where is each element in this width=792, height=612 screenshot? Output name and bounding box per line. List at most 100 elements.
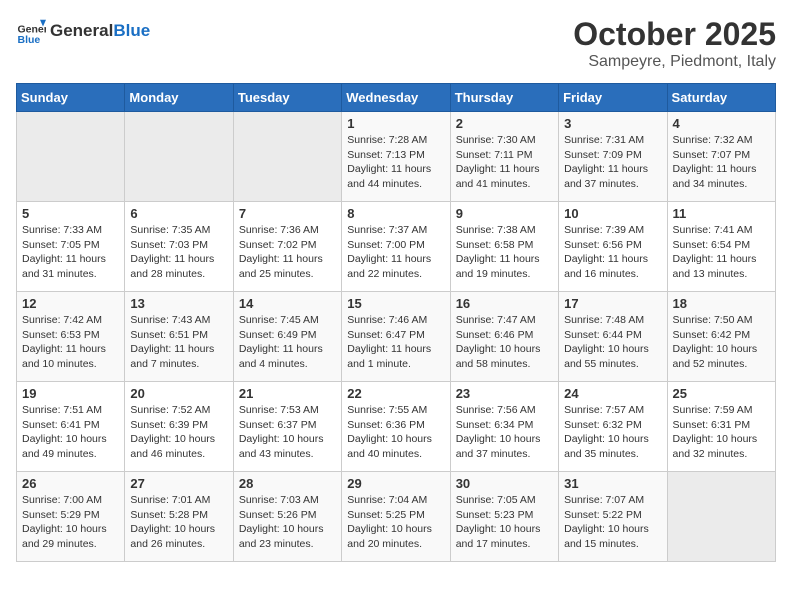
day-info: Sunrise: 7:41 AMSunset: 6:54 PMDaylight:… bbox=[673, 223, 770, 282]
weekday-header-tuesday: Tuesday bbox=[233, 84, 341, 112]
calendar-cell: 2 Sunrise: 7:30 AMSunset: 7:11 PMDaylight… bbox=[450, 112, 558, 202]
day-number: 30 bbox=[456, 476, 553, 491]
day-info: Sunrise: 7:38 AMSunset: 6:58 PMDaylight:… bbox=[456, 223, 553, 282]
day-info: Sunrise: 7:32 AMSunset: 7:07 PMDaylight:… bbox=[673, 133, 770, 192]
calendar-cell bbox=[233, 112, 341, 202]
calendar-cell: 17 Sunrise: 7:48 AMSunset: 6:44 PMDayligh… bbox=[559, 292, 667, 382]
day-number: 8 bbox=[347, 206, 444, 221]
page-header: General Blue GeneralBlue October 2025 Sa… bbox=[16, 16, 776, 71]
calendar-cell bbox=[667, 472, 775, 562]
weekday-header-friday: Friday bbox=[559, 84, 667, 112]
calendar-cell: 7Sunrise: 7:36 AMSunset: 7:02 PMDaylight… bbox=[233, 202, 341, 292]
day-number: 23 bbox=[456, 386, 553, 401]
day-info: Sunrise: 7:31 AMSunset: 7:09 PMDaylight:… bbox=[564, 133, 661, 192]
weekday-header-sunday: Sunday bbox=[17, 84, 125, 112]
day-number: 19 bbox=[22, 386, 119, 401]
day-number: 12 bbox=[22, 296, 119, 311]
day-info: Sunrise: 7:00 AMSunset: 5:29 PMDaylight:… bbox=[22, 493, 119, 552]
day-number: 4 bbox=[673, 116, 770, 131]
calendar-cell: 4 Sunrise: 7:32 AMSunset: 7:07 PMDaylight… bbox=[667, 112, 775, 202]
calendar-cell: 27 Sunrise: 7:01 AMSunset: 5:28 PMDayligh… bbox=[125, 472, 233, 562]
day-info: Sunrise: 7:37 AMSunset: 7:00 PMDaylight:… bbox=[347, 223, 444, 282]
logo-blue-text: Blue bbox=[113, 21, 150, 40]
calendar-cell: 5Sunrise: 7:33 AMSunset: 7:05 PMDaylight… bbox=[17, 202, 125, 292]
day-number: 6 bbox=[130, 206, 227, 221]
day-number: 7 bbox=[239, 206, 336, 221]
day-info: Sunrise: 7:57 AMSunset: 6:32 PMDaylight:… bbox=[564, 403, 661, 462]
day-info: Sunrise: 7:56 AMSunset: 6:34 PMDaylight:… bbox=[456, 403, 553, 462]
day-number: 28 bbox=[239, 476, 336, 491]
day-number: 29 bbox=[347, 476, 444, 491]
title-section: October 2025 Sampeyre, Piedmont, Italy bbox=[573, 16, 776, 71]
location-title: Sampeyre, Piedmont, Italy bbox=[573, 53, 776, 71]
day-number: 17 bbox=[564, 296, 661, 311]
day-info: Sunrise: 7:35 AMSunset: 7:03 PMDaylight:… bbox=[130, 223, 227, 282]
calendar-cell: 18 Sunrise: 7:50 AMSunset: 6:42 PMDayligh… bbox=[667, 292, 775, 382]
calendar-cell: 12 Sunrise: 7:42 AMSunset: 6:53 PMDayligh… bbox=[17, 292, 125, 382]
calendar-cell: 26 Sunrise: 7:00 AMSunset: 5:29 PMDayligh… bbox=[17, 472, 125, 562]
calendar-cell bbox=[125, 112, 233, 202]
day-info: Sunrise: 7:03 AMSunset: 5:26 PMDaylight:… bbox=[239, 493, 336, 552]
day-number: 10 bbox=[564, 206, 661, 221]
day-info: Sunrise: 7:01 AMSunset: 5:28 PMDaylight:… bbox=[130, 493, 227, 552]
day-number: 13 bbox=[130, 296, 227, 311]
day-info: Sunrise: 7:50 AMSunset: 6:42 PMDaylight:… bbox=[673, 313, 770, 372]
day-number: 5 bbox=[22, 206, 119, 221]
day-info: Sunrise: 7:30 AMSunset: 7:11 PMDaylight:… bbox=[456, 133, 553, 192]
weekday-header-saturday: Saturday bbox=[667, 84, 775, 112]
calendar-cell: 29 Sunrise: 7:04 AMSunset: 5:25 PMDayligh… bbox=[342, 472, 450, 562]
calendar-cell: 10Sunrise: 7:39 AMSunset: 6:56 PMDayligh… bbox=[559, 202, 667, 292]
week-row-2: 5Sunrise: 7:33 AMSunset: 7:05 PMDaylight… bbox=[17, 202, 776, 292]
day-info: Sunrise: 7:48 AMSunset: 6:44 PMDaylight:… bbox=[564, 313, 661, 372]
day-info: Sunrise: 7:05 AMSunset: 5:23 PMDaylight:… bbox=[456, 493, 553, 552]
day-info: Sunrise: 7:42 AMSunset: 6:53 PMDaylight:… bbox=[22, 313, 119, 372]
calendar-cell: 28 Sunrise: 7:03 AMSunset: 5:26 PMDayligh… bbox=[233, 472, 341, 562]
logo-icon: General Blue bbox=[16, 16, 46, 46]
week-row-5: 26 Sunrise: 7:00 AMSunset: 5:29 PMDayligh… bbox=[17, 472, 776, 562]
day-number: 18 bbox=[673, 296, 770, 311]
day-info: Sunrise: 7:04 AMSunset: 5:25 PMDaylight:… bbox=[347, 493, 444, 552]
day-number: 15 bbox=[347, 296, 444, 311]
day-info: Sunrise: 7:45 AMSunset: 6:49 PMDaylight:… bbox=[239, 313, 336, 372]
day-number: 24 bbox=[564, 386, 661, 401]
day-info: Sunrise: 7:07 AMSunset: 5:22 PMDaylight:… bbox=[564, 493, 661, 552]
calendar-cell: 6 Sunrise: 7:35 AMSunset: 7:03 PMDaylight… bbox=[125, 202, 233, 292]
calendar-cell: 3 Sunrise: 7:31 AMSunset: 7:09 PMDaylight… bbox=[559, 112, 667, 202]
calendar-cell: 16Sunrise: 7:47 AMSunset: 6:46 PMDayligh… bbox=[450, 292, 558, 382]
day-number: 9 bbox=[456, 206, 553, 221]
week-row-1: 1Sunrise: 7:28 AMSunset: 7:13 PMDaylight… bbox=[17, 112, 776, 202]
day-info: Sunrise: 7:47 AMSunset: 6:46 PMDaylight:… bbox=[456, 313, 553, 372]
day-number: 25 bbox=[673, 386, 770, 401]
day-number: 20 bbox=[130, 386, 227, 401]
day-info: Sunrise: 7:59 AMSunset: 6:31 PMDaylight:… bbox=[673, 403, 770, 462]
day-number: 3 bbox=[564, 116, 661, 131]
calendar-cell: 9 Sunrise: 7:38 AMSunset: 6:58 PMDaylight… bbox=[450, 202, 558, 292]
calendar-cell: 1Sunrise: 7:28 AMSunset: 7:13 PMDaylight… bbox=[342, 112, 450, 202]
day-number: 21 bbox=[239, 386, 336, 401]
calendar-cell: 8 Sunrise: 7:37 AMSunset: 7:00 PMDaylight… bbox=[342, 202, 450, 292]
calendar-cell: 15 Sunrise: 7:46 AMSunset: 6:47 PMDayligh… bbox=[342, 292, 450, 382]
day-info: Sunrise: 7:51 AMSunset: 6:41 PMDaylight:… bbox=[22, 403, 119, 462]
calendar-cell: 30 Sunrise: 7:05 AMSunset: 5:23 PMDayligh… bbox=[450, 472, 558, 562]
day-number: 31 bbox=[564, 476, 661, 491]
day-info: Sunrise: 7:53 AMSunset: 6:37 PMDaylight:… bbox=[239, 403, 336, 462]
calendar-cell: 20 Sunrise: 7:52 AMSunset: 6:39 PMDayligh… bbox=[125, 382, 233, 472]
day-number: 2 bbox=[456, 116, 553, 131]
calendar-cell: 14Sunrise: 7:45 AMSunset: 6:49 PMDayligh… bbox=[233, 292, 341, 382]
day-info: Sunrise: 7:52 AMSunset: 6:39 PMDaylight:… bbox=[130, 403, 227, 462]
calendar-cell: 22Sunrise: 7:55 AMSunset: 6:36 PMDayligh… bbox=[342, 382, 450, 472]
day-info: Sunrise: 7:55 AMSunset: 6:36 PMDaylight:… bbox=[347, 403, 444, 462]
month-title: October 2025 bbox=[573, 16, 776, 53]
day-number: 27 bbox=[130, 476, 227, 491]
calendar-cell: 11 Sunrise: 7:41 AMSunset: 6:54 PMDayligh… bbox=[667, 202, 775, 292]
calendar-cell: 19 Sunrise: 7:51 AMSunset: 6:41 PMDayligh… bbox=[17, 382, 125, 472]
calendar-cell: 13 Sunrise: 7:43 AMSunset: 6:51 PMDayligh… bbox=[125, 292, 233, 382]
day-number: 11 bbox=[673, 206, 770, 221]
day-info: Sunrise: 7:46 AMSunset: 6:47 PMDaylight:… bbox=[347, 313, 444, 372]
day-number: 26 bbox=[22, 476, 119, 491]
calendar-table: SundayMondayTuesdayWednesdayThursdayFrid… bbox=[16, 83, 776, 562]
calendar-cell: 23 Sunrise: 7:56 AMSunset: 6:34 PMDayligh… bbox=[450, 382, 558, 472]
day-info: Sunrise: 7:43 AMSunset: 6:51 PMDaylight:… bbox=[130, 313, 227, 372]
calendar-cell: 25 Sunrise: 7:59 AMSunset: 6:31 PMDayligh… bbox=[667, 382, 775, 472]
weekday-header-row: SundayMondayTuesdayWednesdayThursdayFrid… bbox=[17, 84, 776, 112]
